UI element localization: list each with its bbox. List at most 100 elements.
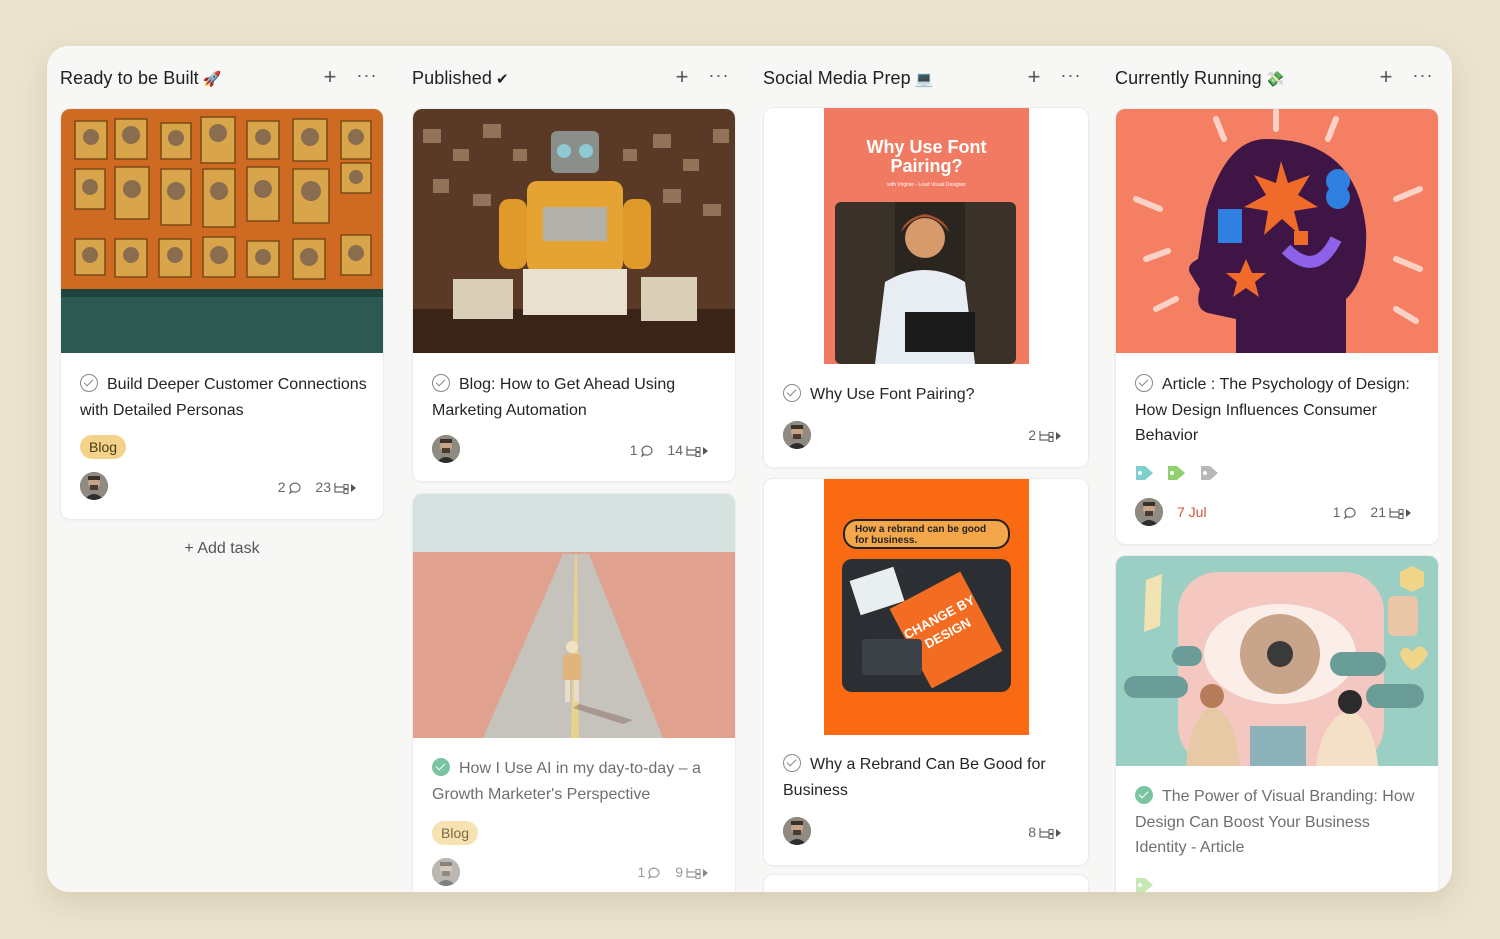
column-title: Social Media Prep 💻 (763, 66, 934, 92)
column-more-button[interactable]: ··· (1412, 66, 1434, 90)
task-card[interactable]: How a rebrand can be good for business. … (763, 478, 1089, 866)
card-meta: 1 21 (1333, 503, 1412, 521)
card-title[interactable]: Article : The Psychology of Design: How … (1135, 372, 1424, 449)
comment-count: 1 (1332, 504, 1341, 520)
avatar[interactable] (432, 435, 460, 463)
money-wings-icon: 💸 (1265, 71, 1285, 88)
card-cover-image: How a rebrand can be good for business. … (824, 479, 1029, 735)
column-more-button[interactable]: ··· (356, 66, 378, 90)
subtasks-icon[interactable] (685, 444, 709, 458)
card-title-text: Why Use Font Pairing? (810, 386, 975, 403)
cover-banner: How a rebrand can be good for business. (843, 519, 1010, 549)
card-title-text: How I Use AI in my day-to-day – a Growth… (432, 760, 701, 803)
card-title[interactable]: Why Use Font Pairing? (783, 382, 1074, 408)
complete-checkbox-icon[interactable] (1135, 374, 1153, 392)
comment-count: 2 (277, 479, 286, 495)
add-card-button[interactable]: + (1023, 66, 1045, 90)
add-card-button[interactable]: + (319, 66, 341, 90)
column-title: Published ✔ (412, 66, 509, 92)
tag-badge[interactable]: Blog (432, 821, 479, 845)
checkmark-icon: ✔ (495, 71, 509, 88)
column-header: Ready to be Built 🚀 + ··· (60, 66, 384, 90)
subtask-count: 8 (1028, 824, 1036, 840)
card-title[interactable]: How I Use AI in my day-to-day – a Growth… (432, 756, 721, 807)
avatar[interactable] (80, 472, 108, 500)
complete-checkbox-icon[interactable] (783, 384, 801, 402)
card-title[interactable]: The Power of Visual Branding: How Design… (1135, 784, 1424, 861)
column-ready-to-be-built: Ready to be Built 🚀 + ··· Build Deeper C… (60, 46, 384, 892)
column-title-text: Social Media Prep (763, 68, 911, 88)
task-card[interactable]: The Power of Visual Branding: How Design… (1115, 555, 1439, 892)
subtasks-icon[interactable] (685, 866, 709, 880)
column-header: Social Media Prep 💻 + ··· (763, 66, 1089, 90)
add-card-button[interactable]: + (671, 66, 693, 90)
subtasks-icon[interactable] (1388, 506, 1412, 520)
card-cover-image (1116, 556, 1438, 766)
subtasks-icon[interactable] (333, 481, 357, 495)
card-cover-image (61, 109, 383, 353)
comment-icon (648, 867, 660, 880)
card-meta: 1 14 (630, 441, 709, 459)
avatar[interactable] (432, 858, 460, 886)
cover-heading: Why Use Font Pairing? (866, 137, 987, 176)
cover-subheading: with Virginie - Lead Visual Designer (887, 182, 966, 188)
comment-icon (288, 482, 301, 495)
subtask-count: 23 (315, 479, 331, 495)
completed-checkbox-icon[interactable] (432, 758, 450, 776)
label-tag-gray-icon[interactable] (1200, 464, 1220, 482)
complete-checkbox-icon[interactable] (432, 374, 450, 392)
column-published: Published ✔ + ··· Blog: How to Get Ahead… (412, 46, 736, 892)
subtask-count: 21 (1370, 504, 1386, 520)
task-card[interactable]: Blog: How to Get Ahead Using Marketing A… (412, 108, 736, 482)
column-more-button[interactable]: ··· (1060, 66, 1082, 90)
task-card[interactable]: Why Use Font Pairing? with Virginie - Le… (763, 107, 1089, 468)
add-task-button[interactable]: + Add task (60, 540, 384, 558)
avatar[interactable] (1135, 498, 1163, 526)
tag-badge[interactable]: Blog (80, 435, 127, 459)
card-title[interactable]: Why a Rebrand Can Be Good for Business (783, 752, 1074, 803)
column-more-button[interactable]: ··· (708, 66, 730, 90)
label-icons (1135, 464, 1228, 484)
column-header: Currently Running 💸 + ··· (1115, 66, 1439, 90)
avatar[interactable] (783, 817, 811, 845)
rocket-icon: 🚀 (202, 71, 222, 88)
laptop-icon: 💻 (914, 71, 934, 88)
comment-icon (640, 445, 653, 458)
subtask-count: 14 (667, 442, 683, 458)
comment-count: 1 (637, 864, 646, 880)
task-card[interactable]: How I Use AI in my day-to-day – a Growth… (412, 493, 736, 892)
task-card-partial[interactable] (763, 874, 1089, 892)
avatar[interactable] (783, 421, 811, 449)
label-tag-teal-icon[interactable] (1135, 464, 1155, 482)
card-title-text: Blog: How to Get Ahead Using Marketing A… (432, 376, 676, 419)
label-tag-green-icon[interactable] (1135, 876, 1155, 892)
card-title-text: Build Deeper Customer Connections with D… (80, 376, 367, 419)
column-title-text: Currently Running (1115, 68, 1262, 88)
card-meta: 8 (1028, 823, 1062, 841)
task-card[interactable]: Article : The Psychology of Design: How … (1115, 108, 1439, 545)
subtasks-icon[interactable] (1038, 826, 1062, 840)
complete-checkbox-icon[interactable] (80, 374, 98, 392)
card-title[interactable]: Build Deeper Customer Connections with D… (80, 372, 369, 423)
subtask-count: 9 (675, 864, 683, 880)
label-icons (1135, 876, 1163, 892)
add-card-button[interactable]: + (1375, 66, 1397, 90)
due-date[interactable]: 7 Jul (1177, 504, 1207, 520)
label-tag-green-icon[interactable] (1167, 464, 1187, 482)
subtasks-icon[interactable] (1038, 429, 1062, 443)
card-title[interactable]: Blog: How to Get Ahead Using Marketing A… (432, 372, 721, 423)
comment-icon (1343, 507, 1356, 520)
card-meta: 2 (1028, 426, 1062, 444)
card-cover-image (413, 494, 735, 738)
card-title-text: Article : The Psychology of Design: How … (1135, 376, 1410, 444)
column-currently-running: Currently Running 💸 + ··· Article: The … (1115, 46, 1439, 892)
column-title-text: Ready to be Built (60, 68, 199, 88)
card-title-text: Why a Rebrand Can Be Good for Business (783, 756, 1046, 799)
card-cover-image: Why Use Font Pairing? with Virginie - Le… (824, 108, 1029, 364)
completed-checkbox-icon[interactable] (1135, 786, 1153, 804)
complete-checkbox-icon[interactable] (783, 754, 801, 772)
column-header: Published ✔ + ··· (412, 66, 736, 90)
card-meta: 1 9 (638, 863, 709, 881)
task-card[interactable]: Build Deeper Customer Connections with D… (60, 108, 384, 520)
comment-count: 1 (629, 442, 638, 458)
